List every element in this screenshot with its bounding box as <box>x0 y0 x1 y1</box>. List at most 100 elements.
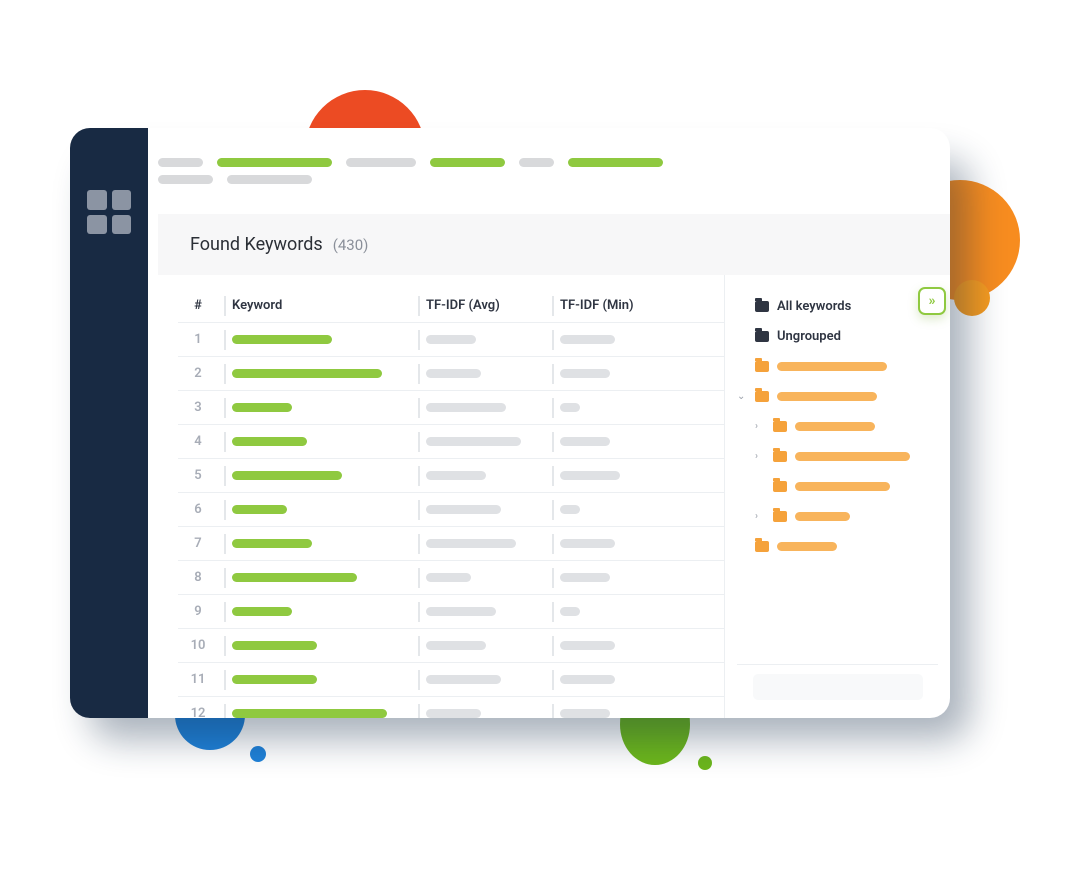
folder-icon <box>755 541 769 552</box>
col-tfmin[interactable]: TF-IDF (Min) <box>560 298 670 313</box>
breadcrumb <box>148 158 950 210</box>
tfavg-bar <box>426 675 501 684</box>
folder-item[interactable] <box>737 531 940 561</box>
folder-label-placeholder <box>777 362 887 371</box>
table-row[interactable]: 6 <box>178 493 724 527</box>
tfmin-bar <box>560 403 580 412</box>
row-number: 4 <box>178 434 218 449</box>
table-row[interactable]: 2 <box>178 357 724 391</box>
app-window: Found Keywords (430) # Keyword TF-IDF (A… <box>70 128 950 718</box>
folder-panel: » All keywords Ungrouped ⌄ › › › <box>724 275 950 718</box>
keywords-table: # Keyword TF-IDF (Avg) TF-IDF (Min) 1234… <box>148 275 724 718</box>
tfmin-bar <box>560 709 610 718</box>
folder-all-keywords[interactable]: All keywords <box>737 291 940 321</box>
breadcrumb-pill[interactable] <box>568 158 663 167</box>
caret-icon: › <box>755 511 765 522</box>
keyword-bar <box>232 573 357 582</box>
breadcrumb-pill[interactable] <box>158 175 213 184</box>
col-sep <box>224 500 226 520</box>
breadcrumb-pill[interactable] <box>217 158 332 167</box>
folder-icon <box>755 361 769 372</box>
col-sep <box>418 568 420 588</box>
expand-icon: » <box>929 293 936 309</box>
table-row[interactable]: 11 <box>178 663 724 697</box>
tfavg-bar <box>426 573 471 582</box>
tfavg-bar <box>426 471 486 480</box>
table-row[interactable]: 4 <box>178 425 724 459</box>
col-sep <box>224 670 226 690</box>
table-row[interactable]: 7 <box>178 527 724 561</box>
folder-label: Ungrouped <box>777 329 841 344</box>
folder-item[interactable]: › <box>737 441 940 471</box>
folder-ungrouped[interactable]: Ungrouped <box>737 321 940 351</box>
tfmin-bar <box>560 539 615 548</box>
table-row[interactable]: 12 <box>178 697 724 718</box>
panel-count: (430) <box>333 236 369 254</box>
col-sep <box>224 398 226 418</box>
dashboard-icon[interactable] <box>87 190 131 234</box>
table-row[interactable]: 10 <box>178 629 724 663</box>
decor-blob <box>698 756 712 770</box>
folder-item[interactable] <box>737 351 940 381</box>
folder-label-placeholder <box>777 542 837 551</box>
expand-panel-button[interactable]: » <box>918 287 946 315</box>
breadcrumb-pill[interactable] <box>227 175 312 184</box>
caret-icon: ⌄ <box>737 391 747 402</box>
col-sep <box>552 500 554 520</box>
folder-item[interactable]: › <box>737 411 940 441</box>
col-sep <box>552 466 554 486</box>
keyword-bar <box>232 709 387 718</box>
row-number: 10 <box>178 638 218 653</box>
table-header: # Keyword TF-IDF (Avg) TF-IDF (Min) <box>178 289 724 323</box>
table-row[interactable]: 9 <box>178 595 724 629</box>
tfavg-bar <box>426 335 476 344</box>
col-sep <box>224 364 226 384</box>
col-tfavg[interactable]: TF-IDF (Avg) <box>426 298 546 313</box>
tfmin-bar <box>560 471 620 480</box>
col-sep <box>552 296 554 316</box>
table-row[interactable]: 3 <box>178 391 724 425</box>
breadcrumb-pill[interactable] <box>346 158 416 167</box>
folder-icon <box>755 331 769 342</box>
row-number: 2 <box>178 366 218 381</box>
caret-icon: › <box>755 451 765 462</box>
table-row[interactable]: 8 <box>178 561 724 595</box>
col-sep <box>418 432 420 452</box>
keyword-bar <box>232 335 332 344</box>
tfmin-bar <box>560 573 610 582</box>
col-sep <box>552 364 554 384</box>
row-number: 9 <box>178 604 218 619</box>
folder-label: All keywords <box>777 299 851 314</box>
folder-icon <box>773 511 787 522</box>
keyword-bar <box>232 505 287 514</box>
breadcrumb-pill[interactable] <box>158 158 203 167</box>
folder-item[interactable] <box>737 471 940 501</box>
col-sep <box>418 296 420 316</box>
keyword-bar <box>232 369 382 378</box>
table-row[interactable]: 5 <box>178 459 724 493</box>
col-sep <box>224 568 226 588</box>
folder-item[interactable]: › <box>737 501 940 531</box>
tfavg-bar <box>426 437 521 446</box>
col-sep <box>552 432 554 452</box>
table-row[interactable]: 1 <box>178 323 724 357</box>
tfavg-bar <box>426 369 481 378</box>
tfavg-bar <box>426 505 501 514</box>
breadcrumb-pill[interactable] <box>430 158 505 167</box>
folder-icon <box>755 391 769 402</box>
col-num[interactable]: # <box>178 298 218 313</box>
col-sep <box>224 602 226 622</box>
col-sep <box>418 704 420 719</box>
folder-icon <box>773 481 787 492</box>
folder-item[interactable]: ⌄ <box>737 381 940 411</box>
footer-input-placeholder[interactable] <box>753 674 923 700</box>
col-sep <box>552 534 554 554</box>
col-sep <box>552 568 554 588</box>
col-sep <box>418 670 420 690</box>
sidebar <box>70 128 148 718</box>
col-keyword[interactable]: Keyword <box>232 298 412 313</box>
tfmin-bar <box>560 437 610 446</box>
row-number: 8 <box>178 570 218 585</box>
col-sep <box>418 500 420 520</box>
breadcrumb-pill[interactable] <box>519 158 554 167</box>
